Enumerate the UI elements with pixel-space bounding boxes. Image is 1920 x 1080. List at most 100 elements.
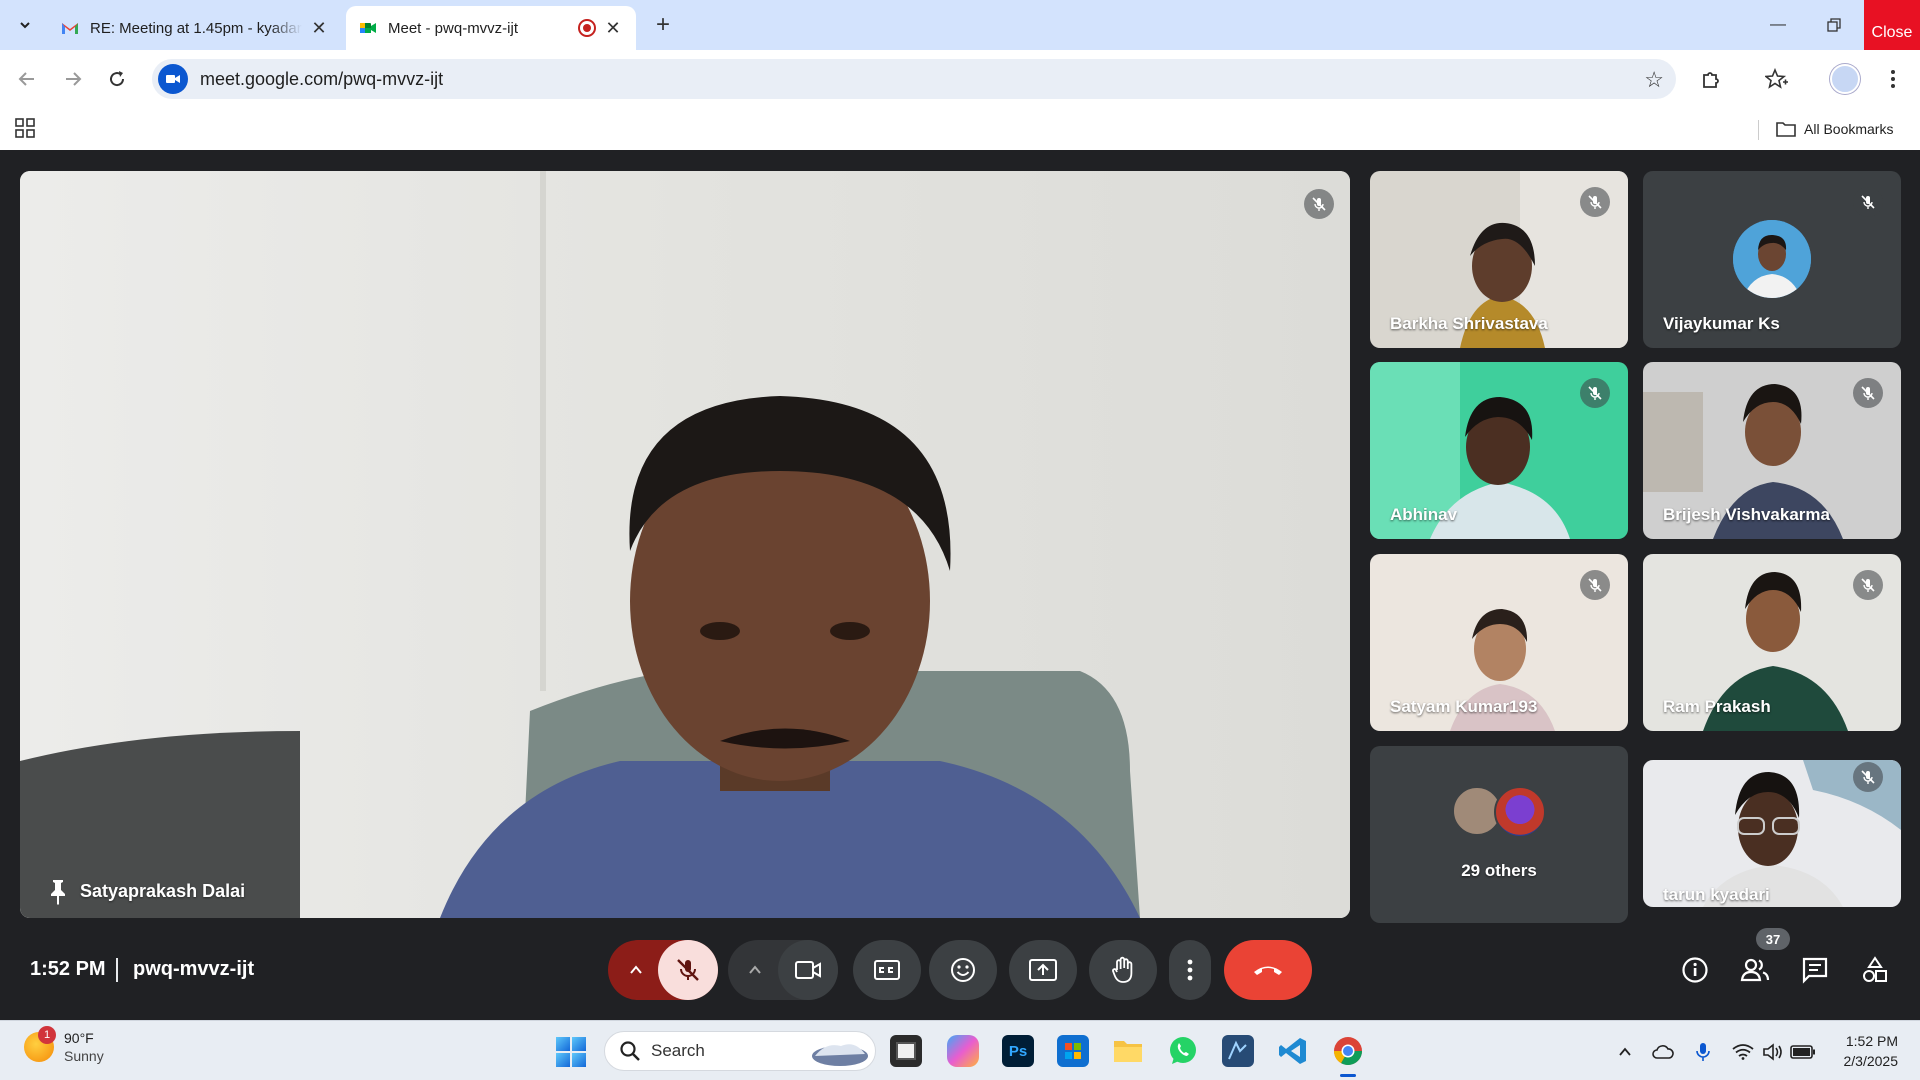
extensions-icon[interactable] [1694,62,1728,96]
file-explorer-icon[interactable] [890,1035,922,1067]
captions-button[interactable] [853,940,921,1000]
restore-button[interactable] [1806,0,1862,50]
chevron-up-icon [630,965,642,974]
leave-call-button[interactable] [1224,940,1312,1000]
mic-off-icon [1853,187,1883,217]
back-arrow-icon[interactable] [10,62,44,96]
mic-off-icon [1304,189,1334,219]
forward-arrow-icon[interactable] [56,62,90,96]
bookmark-star-icon[interactable]: ☆ [1644,67,1664,93]
meeting-code[interactable]: pwq-mvvz-ijt [133,958,254,981]
pin-icon[interactable] [46,878,70,906]
chrome-icon[interactable] [1332,1035,1364,1077]
close-tab-icon[interactable]: ✕ [602,17,624,39]
copilot-icon[interactable] [947,1035,979,1067]
address-bar[interactable]: meet.google.com/pwq-mvvz-ijt ☆ [152,59,1676,99]
close-tab-icon[interactable]: ✕ [308,17,330,39]
hand-icon [1112,956,1133,983]
toggle-camera-button[interactable] [778,940,838,1000]
cloud-icon[interactable] [1650,1039,1676,1065]
meeting-info-button[interactable] [1675,950,1715,990]
participant-name: Satyam Kumar193 [1390,697,1538,716]
close-window-button[interactable]: Close [1864,0,1920,50]
participant-tile[interactable]: Satyam Kumar193 [1370,554,1628,731]
chat-icon [1802,957,1828,984]
chevron-up-icon[interactable] [1612,1039,1638,1065]
taskbar-search[interactable]: Search [604,1031,876,1071]
sun-icon: 1 [24,1026,56,1062]
tab-search-button[interactable] [8,8,42,42]
taskbar-time: 1:52 PM [1845,1033,1898,1049]
activities-icon [1863,956,1887,982]
present-button[interactable] [1009,940,1077,1000]
more-options-button[interactable] [1169,940,1211,1000]
search-icon [620,1041,640,1061]
all-bookmarks-button[interactable]: All Bookmarks [1776,114,1893,144]
reading-list-icon[interactable] [1760,62,1794,96]
participant-tile[interactable]: tarun kyadari [1643,760,1901,907]
participant-name: Ram Prakash [1663,697,1771,716]
bookmarks-bar: All Bookmarks [0,108,1920,150]
participant-name: tarun kyadari [1663,885,1770,904]
participant-name: Brijesh Vishvakarma [1663,505,1830,524]
wifi-icon[interactable] [1730,1039,1756,1065]
people-button[interactable] [1735,950,1775,990]
clock[interactable]: 1:52 PM 2/3/2025 [1844,1031,1899,1071]
mic-off-icon [1853,378,1883,408]
windows-start-icon[interactable] [556,1037,586,1067]
chevron-down-icon [20,22,30,29]
chevron-up-icon [749,965,761,974]
meet-area: Satyaprakash Dalai Barkha Shrivastava Vi… [0,150,1920,1020]
new-tab-button[interactable]: + [648,10,678,40]
battery-icon[interactable] [1790,1039,1816,1065]
tab-gmail[interactable]: RE: Meeting at 1.45pm - kyadari ✕ [48,6,342,50]
divider [1758,120,1759,140]
restore-icon [1827,18,1841,32]
main-participant-name: Satyaprakash Dalai [80,881,246,901]
main-video-tile[interactable]: Satyaprakash Dalai [20,171,1350,918]
minimize-button[interactable]: — [1750,0,1806,50]
others-count: 29 others [1461,861,1537,880]
reload-icon[interactable] [100,62,134,96]
microphone-icon[interactable] [1690,1039,1716,1065]
menu-dots-icon[interactable] [1876,62,1910,96]
url-text: meet.google.com/pwq-mvvz-ijt [200,68,444,89]
reactions-button[interactable] [929,940,997,1000]
folder-icon[interactable] [1112,1035,1144,1067]
site-info-icon[interactable] [158,64,188,94]
mic-off-icon [1853,570,1883,600]
app-icon[interactable] [1222,1035,1254,1067]
store-icon[interactable] [1057,1035,1089,1067]
meeting-time: 1:52 PM [30,958,106,980]
end-call-icon [1254,966,1282,975]
profile-avatar[interactable] [1830,64,1860,94]
participant-tile[interactable]: Abhinav [1370,362,1628,539]
activities-button[interactable] [1855,950,1895,990]
whatsapp-icon[interactable] [1167,1035,1199,1067]
others-tile[interactable]: 29 others [1370,746,1628,923]
photoshop-icon[interactable]: Ps [1002,1035,1034,1067]
taskbar: 1 90°F Sunny Search Ps 1:52 PM 2/3/2025 [0,1020,1920,1080]
participant-tile[interactable]: Brijesh Vishvakarma [1643,362,1901,539]
gmail-icon [62,23,78,34]
participant-tile[interactable]: Vijaykumar Ks [1643,171,1901,348]
people-count-badge: 37 [1756,928,1790,950]
raise-hand-button[interactable] [1089,940,1157,1000]
chat-button[interactable] [1795,950,1835,990]
mic-off-icon [1580,570,1610,600]
mic-off-icon [1853,762,1883,792]
recording-icon [578,19,596,37]
tab-meet[interactable]: Meet - pwq-mvvz-ijt ✕ [346,6,636,50]
browser-toolbar: meet.google.com/pwq-mvvz-ijt ☆ [0,50,1920,108]
video-options-button[interactable] [728,940,838,1000]
mic-off-icon [1580,378,1610,408]
participant-tile[interactable]: Barkha Shrivastava [1370,171,1628,348]
vscode-icon[interactable] [1277,1035,1309,1067]
weather-temp: 90°F [64,1030,94,1046]
apps-grid-icon[interactable] [14,117,36,139]
volume-icon[interactable] [1760,1039,1786,1065]
weather-condition: Sunny [64,1048,104,1064]
toggle-mic-button[interactable] [658,940,718,1000]
weather-widget[interactable]: 1 90°F Sunny [24,1026,104,1065]
participant-tile[interactable]: Ram Prakash [1643,554,1901,731]
